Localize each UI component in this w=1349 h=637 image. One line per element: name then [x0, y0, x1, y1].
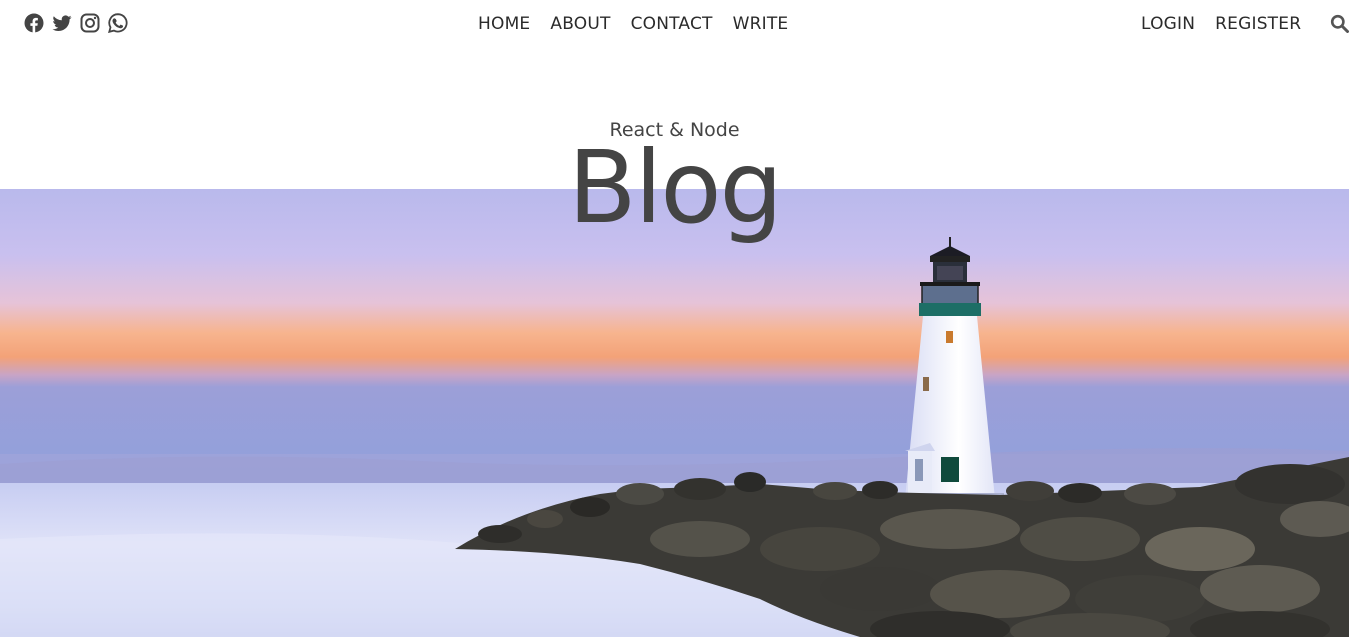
auth-links: LOGIN REGISTER	[1141, 13, 1301, 35]
nav-home-link[interactable]: HOME	[478, 13, 530, 35]
nav-contact-link[interactable]: CONTACT	[631, 13, 713, 35]
twitter-icon[interactable]	[52, 13, 72, 33]
facebook-icon[interactable]	[24, 13, 44, 33]
social-icons	[24, 13, 128, 33]
lighthouse-sunset-photo	[0, 189, 1349, 637]
main-nav: HOME ABOUT CONTACT WRITE	[478, 13, 788, 35]
register-link[interactable]: REGISTER	[1215, 13, 1301, 35]
hero-title: Blog	[567, 129, 783, 246]
login-link[interactable]: LOGIN	[1141, 13, 1195, 35]
nav-write-link[interactable]: WRITE	[733, 13, 789, 35]
whatsapp-icon[interactable]	[108, 13, 128, 33]
top-bar: HOME ABOUT CONTACT WRITE LOGIN REGISTER	[0, 0, 1349, 50]
instagram-icon[interactable]	[80, 13, 100, 33]
nav-about-link[interactable]: ABOUT	[550, 13, 610, 35]
hero-image	[0, 189, 1349, 637]
search-icon[interactable]	[1330, 14, 1349, 33]
